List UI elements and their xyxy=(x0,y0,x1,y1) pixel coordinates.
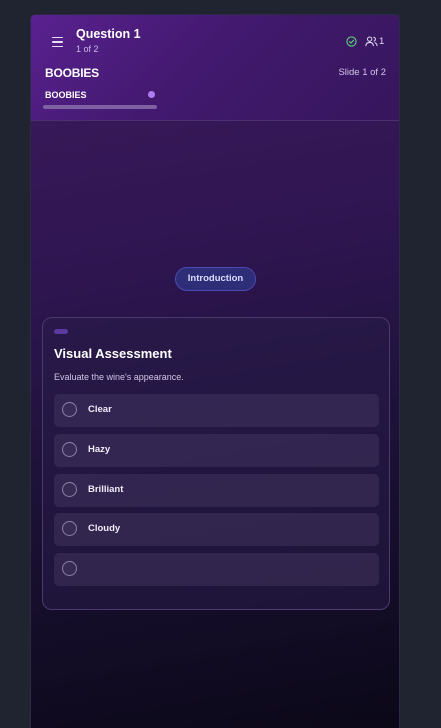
tab-progress-bar xyxy=(43,105,157,109)
question-card: Visual Assessment Evaluate the wine's ap… xyxy=(42,317,390,610)
option-clear[interactable]: Clear xyxy=(54,394,379,427)
header: Question 1 1 of 2 1 BOOBIES Slide 1 of 2… xyxy=(31,15,399,121)
radio-button[interactable] xyxy=(62,402,77,417)
slide-counter: Slide 1 of 2 xyxy=(338,67,386,78)
menu-icon-line xyxy=(52,41,63,43)
radio-button[interactable] xyxy=(62,521,77,536)
card-title: Visual Assessment xyxy=(54,346,172,361)
tab-label: BOOBIES xyxy=(45,90,87,100)
option-label: Hazy xyxy=(88,444,111,455)
question-progress: 1 of 2 xyxy=(76,44,99,54)
radio-button[interactable] xyxy=(62,561,77,576)
option-label: Brilliant xyxy=(88,484,124,495)
check-circle-icon xyxy=(346,36,357,47)
users-icon xyxy=(365,36,378,47)
menu-icon-line xyxy=(52,36,63,39)
question-title: Question 1 xyxy=(76,27,141,41)
menu-icon-line xyxy=(52,45,63,48)
active-dot-indicator xyxy=(148,91,155,98)
deck-title: BOOBIES xyxy=(45,66,99,80)
card-description: Evaluate the wine's appearance. xyxy=(54,372,184,382)
radio-button[interactable] xyxy=(62,442,77,457)
card-drag-handle xyxy=(54,329,68,334)
users-count: 1 xyxy=(379,36,385,47)
radio-button[interactable] xyxy=(62,482,77,497)
option-label: Clear xyxy=(88,404,112,415)
section-pill: Introduction xyxy=(175,267,256,291)
option-empty[interactable] xyxy=(54,553,379,586)
tab-boobies[interactable]: BOOBIES xyxy=(43,89,157,111)
option-hazy[interactable]: Hazy xyxy=(54,434,379,467)
option-label: Cloudy xyxy=(88,523,121,534)
option-cloudy[interactable]: Cloudy xyxy=(54,513,379,546)
menu-button[interactable] xyxy=(49,33,67,51)
app-frame: Question 1 1 of 2 1 BOOBIES Slide 1 of 2… xyxy=(31,15,399,728)
option-brilliant[interactable]: Brilliant xyxy=(54,474,379,507)
